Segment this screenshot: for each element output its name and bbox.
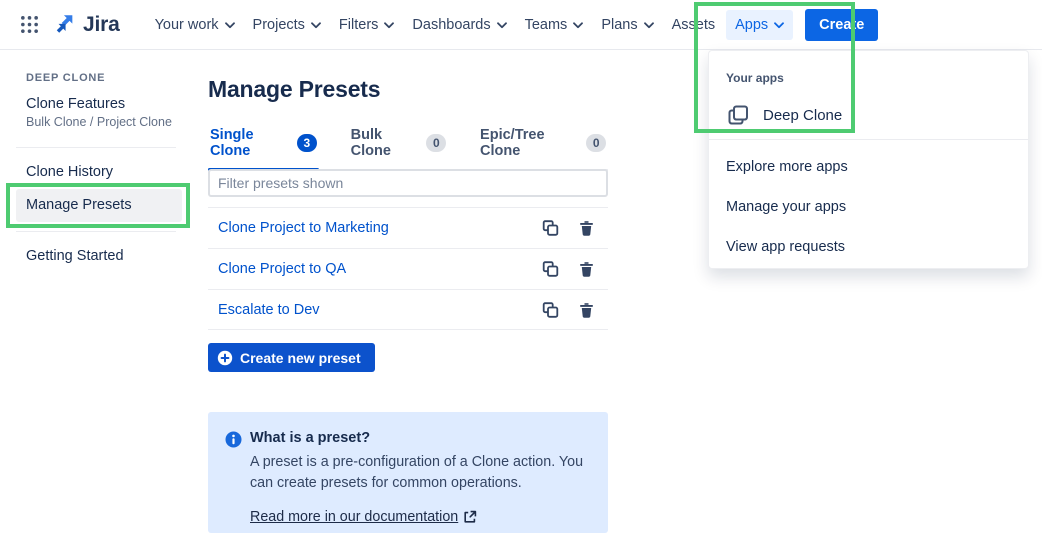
apps-dropdown-menu: Your apps Deep Clone Explore more apps M… [708, 50, 1029, 269]
chevron-down-icon [774, 22, 784, 29]
info-icon [225, 431, 242, 448]
tab-count-badge: 0 [586, 134, 606, 152]
sidebar-divider [16, 147, 176, 148]
jira-logo-text: Jira [83, 13, 120, 37]
sidebar-item-clone-features[interactable]: Clone Features Bulk Clone / Project Clon… [26, 96, 172, 129]
documentation-link[interactable]: Read more in our documentation [250, 509, 477, 525]
your-apps-heading: Your apps [726, 71, 784, 85]
copy-icon [542, 261, 559, 278]
tab-single-clone[interactable]: Single Clone 3 [208, 125, 319, 169]
menu-item-manage-your-apps[interactable]: Manage your apps [709, 187, 1028, 227]
trash-icon [579, 220, 594, 236]
menu-item-view-app-requests[interactable]: View app requests [709, 227, 1028, 267]
chevron-down-icon [644, 22, 654, 29]
menu-item-deep-clone[interactable]: Deep Clone [714, 95, 1023, 135]
grid-icon [20, 15, 39, 34]
chevron-down-icon [384, 22, 394, 29]
sidebar-item-label: Clone Features [26, 96, 172, 112]
preset-row: Clone Project to QA [208, 248, 608, 289]
tab-epic-tree-clone[interactable]: Epic/Tree Clone 0 [478, 125, 608, 169]
create-new-preset-button[interactable]: Create new preset [208, 343, 375, 372]
delete-preset-button[interactable] [576, 258, 597, 280]
trash-icon [579, 302, 594, 318]
top-navigation: Jira Your work Projects Filters Dashboar… [0, 0, 1042, 50]
nav-your-work[interactable]: Your work [146, 10, 244, 40]
preset-row: Escalate to Dev [208, 289, 608, 330]
clone-icon [726, 103, 750, 127]
external-link-icon [463, 510, 477, 524]
filter-presets-input[interactable] [208, 169, 608, 197]
tab-count-badge: 3 [297, 134, 317, 152]
info-title: What is a preset? [250, 430, 370, 446]
tab-label: Single Clone [210, 127, 290, 159]
tab-count-badge: 0 [426, 134, 446, 152]
nav-apps[interactable]: Apps [726, 10, 793, 40]
documentation-link-label: Read more in our documentation [250, 509, 458, 525]
page-title: Manage Presets [208, 76, 380, 103]
jira-logo-icon [53, 13, 77, 36]
sidebar-item-clone-history[interactable]: Clone History [26, 164, 113, 180]
jira-app-window: Jira Your work Projects Filters Dashboar… [0, 0, 1042, 550]
copy-icon [542, 301, 559, 318]
trash-icon [579, 261, 594, 277]
info-panel: What is a preset? A preset is a pre-conf… [208, 412, 608, 533]
nav-projects[interactable]: Projects [244, 10, 330, 40]
preset-list: Clone Project to Marketing Clone [208, 207, 608, 330]
primary-nav: Your work Projects Filters Dashboards Te… [146, 9, 879, 41]
copy-preset-button[interactable] [539, 258, 562, 281]
sidebar-item-sublabel: Bulk Clone / Project Clone [26, 115, 172, 129]
copy-preset-button[interactable] [539, 217, 562, 240]
jira-logo[interactable]: Jira [53, 13, 120, 37]
chevron-down-icon [311, 22, 321, 29]
nav-teams[interactable]: Teams [516, 10, 593, 40]
preset-link-escalate-to-dev[interactable]: Escalate to Dev [218, 302, 320, 318]
tab-label: Epic/Tree Clone [480, 127, 579, 159]
chevron-down-icon [225, 22, 235, 29]
preset-link-clone-project-to-marketing[interactable]: Clone Project to Marketing [218, 220, 389, 236]
nav-plans[interactable]: Plans [592, 10, 662, 40]
preset-row: Clone Project to Marketing [208, 207, 608, 248]
chevron-down-icon [497, 22, 507, 29]
menu-divider [709, 139, 1028, 140]
menu-item-label: Deep Clone [763, 107, 842, 124]
info-body: A preset is a pre-configuration of a Clo… [250, 452, 602, 494]
app-switcher-button[interactable] [16, 11, 43, 38]
preset-tabs: Single Clone 3 Bulk Clone 0 Epic/Tree Cl… [208, 125, 608, 171]
copy-icon [542, 220, 559, 237]
menu-item-explore-more-apps[interactable]: Explore more apps [709, 147, 1028, 187]
copy-preset-button[interactable] [539, 298, 562, 321]
create-button[interactable]: Create [805, 9, 878, 41]
sidebar-section-title: DEEP CLONE [26, 72, 105, 84]
nav-filters[interactable]: Filters [330, 10, 403, 40]
apps-menu-links: Explore more apps Manage your apps View … [709, 147, 1028, 267]
delete-preset-button[interactable] [576, 217, 597, 239]
sidebar-divider [16, 231, 176, 232]
tab-label: Bulk Clone [351, 127, 419, 159]
nav-dashboards[interactable]: Dashboards [403, 10, 515, 40]
plus-circle-icon [217, 350, 233, 366]
tab-bulk-clone[interactable]: Bulk Clone 0 [349, 125, 448, 169]
sidebar-item-manage-presets[interactable]: Manage Presets [16, 189, 182, 222]
create-new-preset-label: Create new preset [240, 350, 361, 366]
sidebar: DEEP CLONE Clone Features Bulk Clone / P… [0, 50, 200, 550]
chevron-down-icon [573, 22, 583, 29]
delete-preset-button[interactable] [576, 299, 597, 321]
preset-link-clone-project-to-qa[interactable]: Clone Project to QA [218, 261, 346, 277]
sidebar-item-getting-started[interactable]: Getting Started [26, 248, 124, 264]
nav-assets[interactable]: Assets [663, 10, 725, 40]
